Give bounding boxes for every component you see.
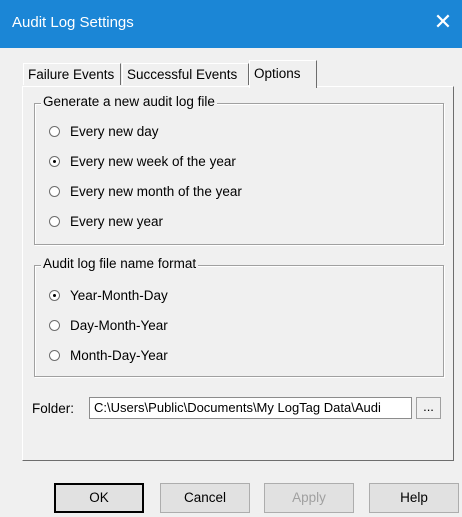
group-legend: Generate a new audit log file [41, 94, 217, 109]
radio-circle-checked-icon [49, 155, 60, 167]
window-title: Audit Log Settings [12, 14, 134, 31]
tab-label: Successful Events [127, 67, 238, 82]
help-button[interactable]: Help [369, 483, 459, 513]
radio-every-new-day[interactable]: Every new day [49, 122, 159, 140]
title-bar[interactable]: Audit Log Settings ✕ [0, 0, 462, 48]
cancel-button[interactable]: Cancel [160, 483, 250, 513]
radio-every-new-month[interactable]: Every new month of the year [49, 182, 242, 200]
radio-year-month-day[interactable]: Year-Month-Day [49, 286, 168, 304]
radio-circle-icon [49, 125, 60, 137]
audit-log-settings-dialog: Audit Log Settings ✕ Failure Events Succ… [0, 0, 462, 517]
radio-circle-icon [49, 349, 60, 361]
radio-every-new-year[interactable]: Every new year [49, 212, 163, 230]
tab-label: Failure Events [28, 67, 115, 82]
radio-label: Year-Month-Day [70, 287, 168, 303]
file-name-format-group: Audit log file name format Year-Month-Da… [34, 256, 444, 377]
tab-label: Options [254, 66, 301, 81]
close-icon[interactable]: ✕ [428, 9, 458, 37]
radio-label: Every new year [70, 213, 164, 229]
radio-month-day-year[interactable]: Month-Day-Year [49, 346, 168, 364]
radio-label: Every new day [70, 123, 159, 139]
tab-successful-events[interactable]: Successful Events [122, 63, 249, 85]
tab-options[interactable]: Options [249, 60, 317, 88]
folder-label: Folder: [32, 401, 75, 416]
radio-day-month-year[interactable]: Day-Month-Year [49, 316, 168, 334]
group-legend: Audit log file name format [41, 256, 199, 271]
radio-label: Every new month of the year [70, 183, 242, 199]
radio-circle-checked-icon [49, 289, 60, 301]
apply-button[interactable]: Apply [264, 483, 354, 513]
radio-circle-icon [49, 215, 60, 227]
radio-every-new-week[interactable]: Every new week of the year [49, 152, 236, 170]
radio-circle-icon [49, 185, 60, 197]
ok-button[interactable]: OK [54, 483, 144, 513]
browse-folder-button[interactable]: ... [416, 397, 441, 419]
radio-label: Month-Day-Year [70, 347, 168, 363]
tab-failure-events[interactable]: Failure Events [23, 63, 121, 85]
radio-label: Every new week of the year [70, 153, 236, 169]
radio-label: Day-Month-Year [70, 317, 168, 333]
new-log-file-group: Generate a new audit log file Every new … [34, 94, 444, 245]
radio-circle-icon [49, 319, 60, 331]
folder-path-field[interactable]: C:\Users\Public\Documents\My LogTag Data… [89, 397, 412, 419]
